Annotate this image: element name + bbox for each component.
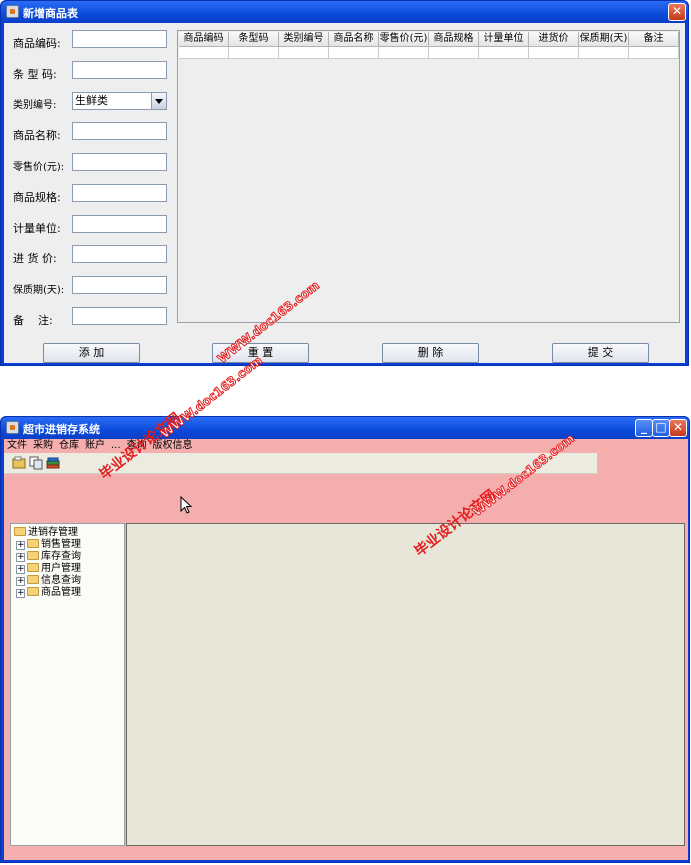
menu-warehouse[interactable]: 仓库 (56, 439, 82, 452)
label-purchase-price: 进 货 价: (13, 252, 57, 265)
tree-item-products[interactable]: + 商品管理 (16, 587, 81, 599)
expand-plus-icon[interactable]: + (16, 589, 25, 598)
product-name-input[interactable] (72, 122, 167, 140)
barcode-input[interactable] (72, 61, 167, 79)
label-retail-price: 零售价(元): (13, 162, 65, 173)
label-spec: 商品规格: (13, 191, 61, 204)
column-header[interactable]: 商品编码 (179, 32, 229, 47)
category-select[interactable]: 生鲜类 (72, 92, 167, 110)
menu-account[interactable]: 账户 (82, 439, 108, 452)
table-cell[interactable] (629, 47, 679, 59)
delete-button[interactable]: 删 除 (382, 343, 479, 363)
column-header[interactable]: 计量单位 (479, 32, 529, 47)
label-remark: 备 注: (13, 314, 53, 327)
product-table[interactable]: 商品编码 条型码 类别编号 商品名称 零售价(元) 商品规格 计量单位 进货价 … (177, 30, 680, 323)
tree-item-users[interactable]: + 用户管理 (16, 563, 81, 575)
column-header[interactable]: 商品规格 (429, 32, 479, 47)
column-header[interactable]: 条型码 (229, 32, 279, 47)
menu-purchase[interactable]: 采购 (30, 439, 56, 452)
table-cell[interactable] (429, 47, 479, 59)
retail-price-input[interactable] (72, 153, 167, 171)
spec-input[interactable] (72, 184, 167, 202)
add-button[interactable]: 添 加 (43, 343, 140, 363)
table-cell[interactable] (379, 47, 429, 59)
purchase-price-input[interactable] (72, 245, 167, 263)
product-code-input[interactable] (72, 30, 167, 48)
folder-icon (27, 587, 39, 596)
table-cell[interactable] (479, 47, 529, 59)
copy-icon[interactable] (29, 456, 43, 470)
chevron-down-icon[interactable] (151, 93, 166, 109)
mouse-cursor-icon (180, 496, 192, 514)
label-shelf-life: 保质期(天): (13, 285, 65, 296)
open-icon[interactable] (12, 456, 26, 470)
expand-plus-icon[interactable]: + (16, 541, 25, 550)
expand-plus-icon[interactable]: + (16, 577, 25, 586)
tree-item-info[interactable]: + 信息查询 (16, 575, 81, 587)
close-icon[interactable]: ✕ (669, 419, 687, 437)
table-cell[interactable] (229, 47, 279, 59)
menu-bar: 文件 采购 仓库 账户 ... 查询 版权信息 (4, 439, 204, 452)
column-header[interactable]: 备注 (629, 32, 679, 47)
column-header[interactable]: 类别编号 (279, 32, 329, 47)
main-title: 超市进销存系统 (23, 423, 100, 436)
dialog-titlebar[interactable]: 新增商品表 ✕ (1, 1, 688, 23)
books-icon[interactable] (46, 456, 60, 470)
category-selected-value: 生鲜类 (75, 94, 108, 107)
shelf-life-input[interactable] (72, 276, 167, 294)
folder-open-icon (14, 527, 26, 536)
tree-item-sales[interactable]: + 销售管理 (16, 539, 81, 551)
unit-input[interactable] (72, 215, 167, 233)
table-cell[interactable] (329, 47, 379, 59)
table-cell[interactable] (579, 47, 629, 59)
main-body: 文件 采购 仓库 账户 ... 查询 版权信息 进销存管理 + 销售管理 + 库… (4, 439, 688, 860)
java-app-icon (6, 5, 19, 18)
label-product-code: 商品编码: (13, 37, 61, 50)
label-category: 类别编号: (13, 100, 57, 111)
table-cell[interactable] (179, 47, 229, 59)
column-header[interactable]: 进货价 (529, 32, 579, 47)
main-window: 超市进销存系统 _ □ ✕ 文件 采购 仓库 账户 ... 查询 版权信息 进销… (0, 416, 690, 863)
dialog-body: 商品编码: 条 型 码: 类别编号: 生鲜类 商品名称: 零售价(元): 商品规… (4, 23, 685, 363)
expand-plus-icon[interactable]: + (16, 553, 25, 562)
navigation-tree[interactable]: 进销存管理 + 销售管理 + 库存查询 + 用户管理 + 信息查询 + 商品管理 (10, 523, 125, 846)
expand-plus-icon[interactable]: + (16, 565, 25, 574)
tree-item-inventory[interactable]: + 库存查询 (16, 551, 81, 563)
maximize-icon[interactable]: □ (652, 419, 670, 437)
folder-icon (27, 539, 39, 548)
column-header[interactable]: 零售价(元) (379, 32, 429, 47)
table-cell[interactable] (279, 47, 329, 59)
menu-file[interactable]: 文件 (4, 439, 30, 452)
add-product-dialog: 新增商品表 ✕ 商品编码: 条 型 码: 类别编号: 生鲜类 商品名称: 零售价… (0, 0, 689, 366)
label-product-name: 商品名称: (13, 129, 61, 142)
java-app-icon (6, 421, 19, 434)
close-icon[interactable]: ✕ (668, 3, 686, 21)
label-barcode: 条 型 码: (13, 68, 57, 81)
table-cell[interactable] (529, 47, 579, 59)
table-header: 商品编码 条型码 类别编号 商品名称 零售价(元) 商品规格 计量单位 进货价 … (179, 32, 679, 47)
main-titlebar[interactable]: 超市进销存系统 _ □ ✕ (1, 417, 689, 439)
dialog-title: 新增商品表 (23, 7, 78, 20)
folder-icon (27, 575, 39, 584)
folder-icon (27, 563, 39, 572)
submit-button[interactable]: 提 交 (552, 343, 649, 363)
column-header[interactable]: 保质期(天) (579, 32, 629, 47)
label-unit: 计量单位: (13, 222, 61, 235)
table-row[interactable] (179, 47, 679, 59)
toolbar (4, 453, 597, 474)
tree-root[interactable]: 进销存管理 (14, 527, 78, 539)
remark-input[interactable] (72, 307, 167, 325)
minimize-icon[interactable]: _ (635, 419, 653, 437)
column-header[interactable]: 商品名称 (329, 32, 379, 47)
content-panel[interactable] (126, 523, 685, 846)
folder-icon (27, 551, 39, 560)
